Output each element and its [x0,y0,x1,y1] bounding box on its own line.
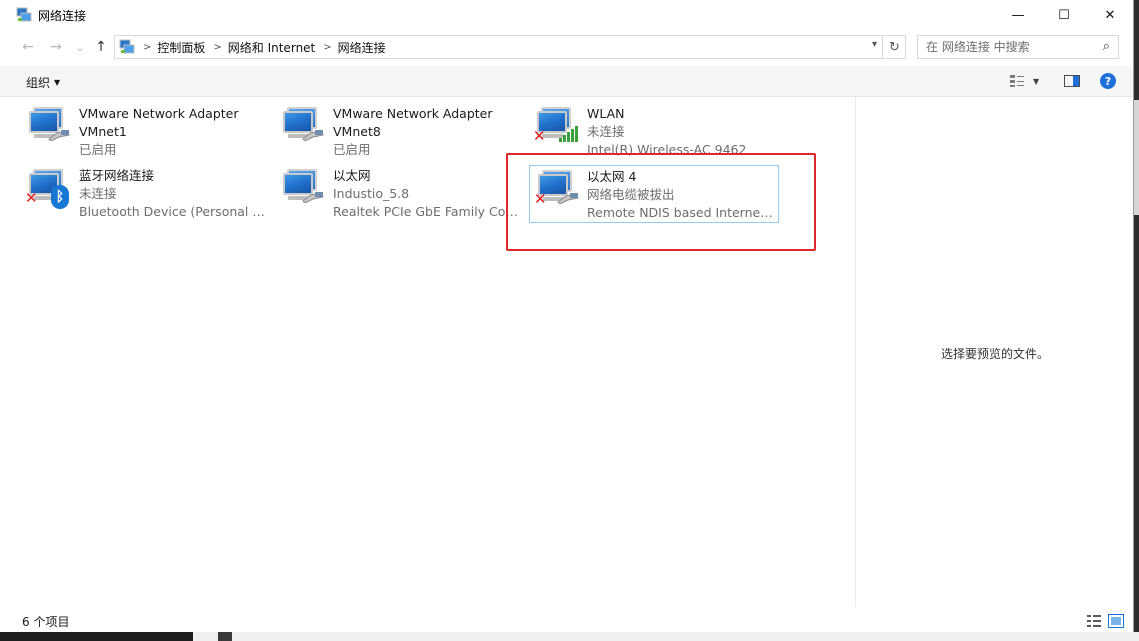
connection-device: Bluetooth Device (Personal Ar... [79,204,269,219]
connection-name: 以太网 [333,168,371,183]
status-bar: 6 个项目 [0,607,1133,632]
cable-icon [302,130,324,141]
connection-status: 未连接 [79,186,117,201]
details-view-toggle-icon[interactable] [1086,614,1102,628]
breadcrumb-network-internet[interactable]: 网络和 Internet [228,39,315,56]
large-icons-view-toggle-icon[interactable] [1108,614,1124,628]
address-bar[interactable]: > 控制面板 > 网络和 Internet > 网络连接 ▾ [114,35,883,59]
preview-pane-icon [1064,75,1080,87]
breadcrumb-control-panel[interactable]: 控制面板 [157,39,205,56]
close-button[interactable]: ✕ [1087,0,1133,30]
organize-label: 组织 [26,76,51,90]
preview-pane-button[interactable] [1064,73,1080,89]
command-bar: 组织 ▼ ▼ ? [0,66,1133,97]
navigation-bar: ← → ⌄ ↑ > 控制面板 > 网络和 Internet > 网络连接 ▾ ↻… [0,35,1133,59]
connection-network: Industio_5.8 [333,186,410,201]
window-title: 网络连接 [38,8,87,23]
connection-network: VMnet8 [333,124,381,139]
desktop-edge-bottom [0,632,1139,641]
minimize-button[interactable]: — [995,0,1041,30]
organize-menu[interactable]: 组织 ▼ [26,74,60,91]
bluetooth-icon: ᛒ [51,185,69,209]
connection-name: VMware Network Adapter [79,106,239,121]
breadcrumb-network-connections[interactable]: 网络连接 [338,39,386,56]
help-button[interactable]: ? [1100,73,1116,89]
control-panel-icon [119,39,135,55]
annotation-highlight-box [506,153,816,251]
connection-item-vmnet8[interactable]: VMware Network Adapter VMnet8 已启用 [279,105,529,163]
back-button[interactable]: ← [18,37,38,57]
desktop-edge-right [1134,0,1139,641]
connections-list: VMware Network Adapter VMnet1 已启用 VMware… [0,97,855,607]
disconnected-x-icon: ✕ [533,127,546,145]
network-monitor-icon [279,105,327,153]
maximize-button[interactable]: ☐ [1041,0,1087,30]
connection-status: 已启用 [79,142,117,157]
connection-status: 未连接 [587,124,625,139]
connection-device: Realtek PCIe GbE Family Cont... [333,204,523,219]
disconnected-x-icon: ✕ [25,189,38,207]
connection-network: VMnet1 [79,124,127,139]
title-bar[interactable]: 网络连接 — ☐ ✕ [0,0,1133,30]
chevron-down-icon: ▼ [54,78,61,87]
preview-pane: 选择要预览的文件。 [855,97,1134,607]
connection-item-bluetooth[interactable]: ✕ ᛒ 蓝牙网络连接 未连接 Bluetooth Device (Persona… [25,167,275,225]
search-box[interactable]: ⌕ [917,35,1119,59]
wifi-signal-icon [559,126,578,142]
cable-icon [302,192,324,203]
breadcrumb-separator[interactable]: > [143,42,151,53]
connection-item-vmnet1[interactable]: VMware Network Adapter VMnet1 已启用 [25,105,275,163]
network-monitor-icon: ✕ ᛒ [25,167,73,215]
breadcrumb-separator[interactable]: > [213,42,221,53]
view-options-chevron-icon[interactable]: ▼ [1033,73,1039,89]
network-monitor-icon [279,167,327,215]
connection-name: VMware Network Adapter [333,106,493,121]
change-view-button[interactable] [1009,73,1025,89]
connection-name: WLAN [587,106,625,121]
network-monitor-icon: ✕ [533,105,581,153]
cable-icon [48,130,70,141]
preview-empty-text: 选择要预览的文件。 [940,347,1049,361]
connection-item-ethernet[interactable]: 以太网 Industio_5.8 Realtek PCIe GbE Family… [279,167,529,225]
network-connections-icon [16,7,32,23]
address-dropdown-icon[interactable]: ▾ [872,39,877,50]
search-icon[interactable]: ⌕ [1103,39,1110,54]
breadcrumb-separator[interactable]: > [323,42,331,53]
refresh-button[interactable]: ↻ [884,35,906,59]
details-view-icon [1010,75,1024,87]
window-controls: — ☐ ✕ [995,0,1133,30]
connection-status: 已启用 [333,142,371,157]
connection-name: 蓝牙网络连接 [79,168,155,183]
forward-button[interactable]: → [46,37,66,57]
up-button[interactable]: ↑ [91,37,111,57]
search-input[interactable] [926,40,1096,54]
item-count: 6 个项目 [22,615,70,629]
explorer-window: 网络连接 — ☐ ✕ ← → ⌄ ↑ > 控制面板 > 网络和 Internet… [0,0,1134,632]
recent-locations-button[interactable]: ⌄ [70,37,90,57]
network-monitor-icon [25,105,73,153]
